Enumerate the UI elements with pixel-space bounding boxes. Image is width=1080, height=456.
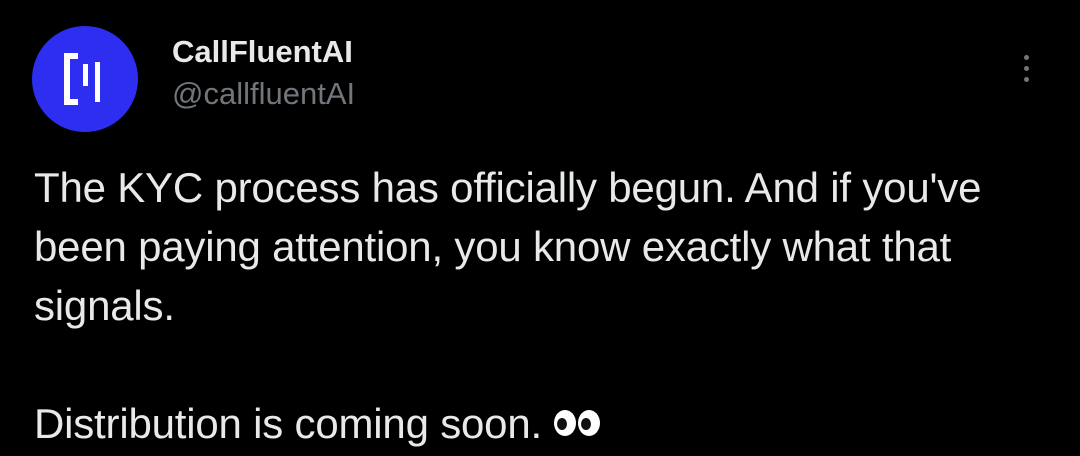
post-paragraph-text: Distribution is coming soon. (34, 400, 542, 447)
callfluent-logo-icon (64, 53, 100, 105)
more-vertical-icon (1023, 54, 1029, 82)
author-header: CallFluentAI @callfluentAI (172, 32, 355, 114)
eyes-emoji-icon (552, 394, 602, 453)
more-options-button[interactable] (1008, 48, 1044, 88)
avatar[interactable] (32, 26, 138, 132)
post-paragraph-2: Distribution is coming soon. (34, 394, 1054, 456)
post-paragraph: The KYC process has officially begun. An… (34, 164, 993, 329)
display-name[interactable]: CallFluentAI (172, 32, 355, 72)
post-card: CallFluentAI @callfluentAI The KYC proce… (0, 0, 1080, 456)
user-handle[interactable]: @callfluentAI (172, 74, 355, 114)
post-text: The KYC process has officially begun. An… (34, 158, 1054, 456)
